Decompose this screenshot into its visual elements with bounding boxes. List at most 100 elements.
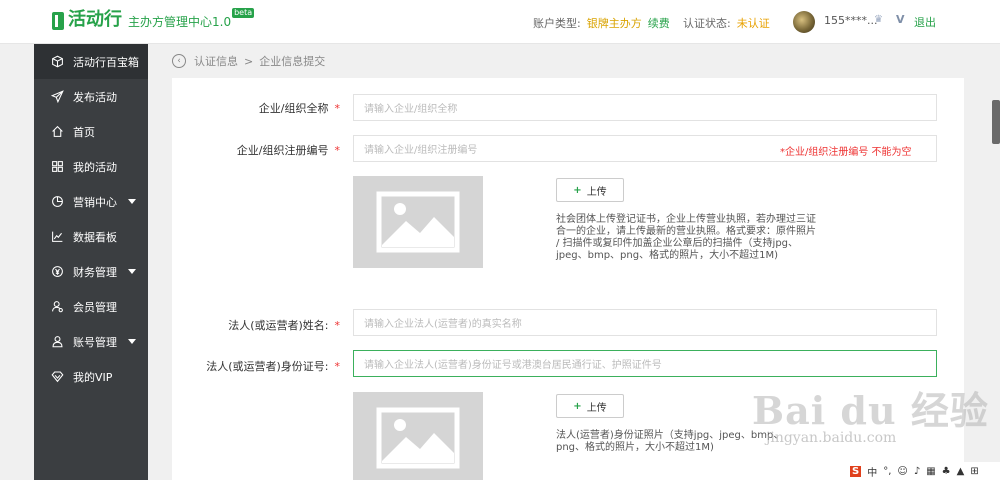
vip-icon[interactable]: V <box>896 13 905 26</box>
shirt-icon[interactable]: ▲ <box>957 466 965 477</box>
legal-id-placeholder: 请输入企业法人(运营者)身份证号或港澳台居民通行证、护照证件号 <box>364 360 662 371</box>
sidebar-item-vip[interactable]: 我的VIP <box>34 359 148 394</box>
renew-link[interactable]: 续费 <box>648 15 670 31</box>
beta-badge: beta <box>232 8 255 18</box>
ime-mode[interactable]: 中 <box>867 464 877 479</box>
ime-toolbar[interactable]: S 中 °, ☺ ♪ ▦ ♣ ▲ ⊞ <box>850 462 1000 480</box>
plus-icon: + <box>573 400 582 412</box>
diamond-icon <box>49 369 65 385</box>
account-type-info: 账户类型: 银牌主办方 续费 <box>533 15 670 31</box>
org-name-input[interactable]: 请输入企业/组织全称 <box>353 94 937 121</box>
plus-icon: + <box>573 184 582 196</box>
required-mark: * <box>334 360 341 373</box>
line-chart-icon <box>49 229 65 245</box>
chevron-down-icon <box>128 269 136 274</box>
logo-subtitle: 主办方管理中心1.0 <box>128 15 232 29</box>
sidebar-item-label: 我的VIP <box>73 370 113 384</box>
account-type-label: 账户类型: <box>533 17 581 30</box>
sidebar-item-label: 财务管理 <box>73 265 117 279</box>
watermark-logo: Bai du 经验 <box>752 388 989 433</box>
upload-license-button[interactable]: + 上传 <box>556 178 624 202</box>
grid-menu-icon[interactable]: ⊞ <box>970 466 978 477</box>
sidebar-item-label: 发布活动 <box>73 90 117 104</box>
skin-icon[interactable]: ♣ <box>942 466 951 477</box>
sidebar: 活动行百宝箱 发布活动 首页 我的活动 营销中心 数据看板 财务管理 会员管理 … <box>34 44 148 480</box>
chevron-down-icon <box>128 339 136 344</box>
logo-name: 活动行 <box>68 9 122 30</box>
sidebar-item-finance[interactable]: 财务管理 <box>34 254 148 289</box>
upload-id-button[interactable]: + 上传 <box>556 394 624 418</box>
cert-status-label: 认证状态: <box>683 17 731 30</box>
grid-icon <box>49 159 65 175</box>
sidebar-item-dashboard[interactable]: 数据看板 <box>34 219 148 254</box>
upload-label: 上传 <box>586 402 607 414</box>
breadcrumb: ‹ 认证信息 > 企业信息提交 <box>172 53 325 69</box>
ime-logo-icon[interactable]: S <box>850 465 862 477</box>
emoji-icon[interactable]: ☺ <box>897 466 907 477</box>
punctuation-icon[interactable]: °, <box>883 466 891 477</box>
top-header: 活动行 主办方管理中心1.0 beta 账户类型: 银牌主办方 续费 认证状态:… <box>0 0 1000 44</box>
sidebar-item-marketing[interactable]: 营销中心 <box>34 184 148 219</box>
send-icon <box>49 89 65 105</box>
upload-label: 上传 <box>586 186 607 198</box>
legal-id-input[interactable]: 请输入企业法人(运营者)身份证号或港澳台居民通行证、护照证件号 <box>353 350 937 377</box>
avatar[interactable] <box>793 11 815 33</box>
sidebar-item-my-events[interactable]: 我的活动 <box>34 149 148 184</box>
license-upload-note: 社会团体上传登记证书，企业上传营业执照，若办理过三证合一的企业，请上传最新的营业… <box>556 214 816 261</box>
legal-id-label-text: 法人(或运营者)身份证号: <box>206 360 329 373</box>
sidebar-item-label: 首页 <box>73 125 95 139</box>
mic-icon[interactable]: ♪ <box>914 466 920 477</box>
image-icon <box>376 407 460 469</box>
user-phone[interactable]: 155****... <box>824 14 878 27</box>
sidebar-item-label: 活动行百宝箱 <box>73 55 139 69</box>
cube-icon <box>49 54 65 70</box>
cert-status-value[interactable]: 未认证 <box>737 15 770 31</box>
sidebar-item-label: 营销中心 <box>73 195 117 209</box>
image-icon <box>376 191 460 253</box>
required-mark: * <box>334 319 341 332</box>
sidebar-item-account[interactable]: 账号管理 <box>34 324 148 359</box>
cert-status-info: 认证状态: 未认证 <box>683 15 770 31</box>
home-icon <box>49 124 65 140</box>
org-name-label-text: 企业/组织全称 <box>258 102 329 115</box>
sidebar-item-label: 我的活动 <box>73 160 117 174</box>
breadcrumb-current: 企业信息提交 <box>259 55 326 68</box>
keyboard-icon[interactable]: ▦ <box>926 466 935 477</box>
breadcrumb-parent[interactable]: 认证信息 <box>194 53 238 69</box>
scrollbar-handle[interactable] <box>992 100 1000 144</box>
legal-id-label: 法人(或运营者)身份证号: * <box>172 358 340 374</box>
org-name-placeholder: 请输入企业/组织全称 <box>364 104 458 115</box>
back-icon[interactable]: ‹ <box>172 54 186 68</box>
chevron-down-icon <box>128 199 136 204</box>
org-name-label: 企业/组织全称 * <box>172 100 340 116</box>
sidebar-item-home[interactable]: 首页 <box>34 114 148 149</box>
required-mark: * <box>334 102 341 115</box>
legal-name-label: 法人(或运营者)姓名: * <box>172 317 340 333</box>
org-reg-placeholder: 请输入企业/组织注册编号 <box>364 145 478 156</box>
legal-name-label-text: 法人(或运营者)姓名: <box>228 319 329 332</box>
sidebar-item-label: 账号管理 <box>73 335 117 349</box>
license-image-placeholder[interactable] <box>353 176 483 268</box>
breadcrumb-separator: > <box>244 54 254 68</box>
org-reg-error: *企业/组织注册编号 不能为空 <box>780 147 912 158</box>
logo-mark-icon <box>52 12 64 30</box>
sidebar-item-toolbox[interactable]: 活动行百宝箱 <box>34 44 148 79</box>
required-mark: * <box>334 144 341 157</box>
left-margin <box>0 44 34 480</box>
sidebar-item-publish[interactable]: 发布活动 <box>34 79 148 114</box>
org-reg-label: 企业/组织注册编号 * <box>172 142 340 158</box>
id-image-placeholder[interactable] <box>353 392 483 480</box>
account-type-value[interactable]: 银牌主办方 <box>587 15 642 31</box>
app-logo[interactable]: 活动行 主办方管理中心1.0 beta <box>52 8 255 30</box>
org-reg-label-text: 企业/组织注册编号 <box>236 144 329 157</box>
logout-link[interactable]: 退出 <box>914 14 936 30</box>
sidebar-item-label: 会员管理 <box>73 300 117 314</box>
user-icon <box>49 334 65 350</box>
crown-icon: ♛ <box>874 14 883 25</box>
legal-name-input[interactable]: 请输入企业法人(运营者)的真实名称 <box>353 309 937 336</box>
pie-icon <box>49 194 65 210</box>
sidebar-item-members[interactable]: 会员管理 <box>34 289 148 324</box>
watermark-url: jingyan.baidu.com <box>766 430 897 446</box>
sidebar-item-label: 数据看板 <box>73 230 117 244</box>
legal-name-placeholder: 请输入企业法人(运营者)的真实名称 <box>364 319 522 330</box>
